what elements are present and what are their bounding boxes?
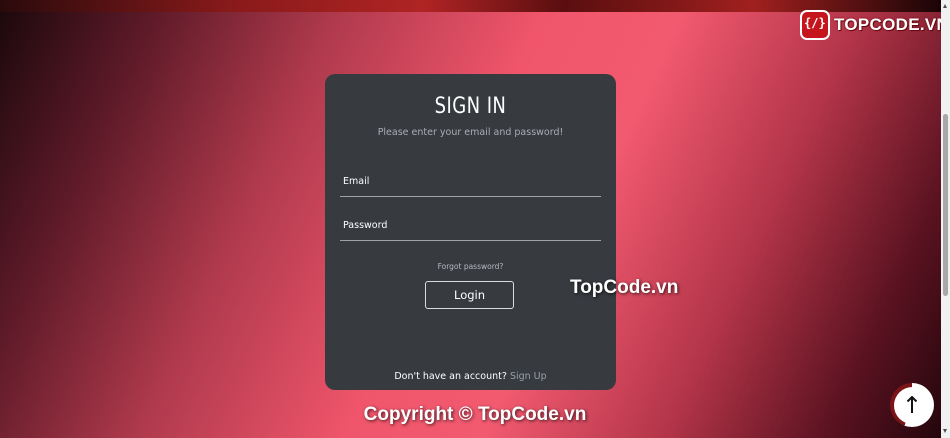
logo-text: TOPCODE.VN [834,15,941,34]
login-button[interactable]: Login [425,281,514,309]
scroll-to-top-button[interactable] [890,383,934,427]
topcode-logo[interactable]: TOPCODE.VN [802,11,941,39]
password-label: Password [343,220,388,231]
scrollbar-thumb[interactable] [943,114,948,296]
copyright-text: Copyright © TopCode.vn [363,404,587,425]
scroll-up-arrow-icon[interactable] [943,4,947,8]
forgot-password-link[interactable]: Forgot password? [325,262,616,271]
page-scrollbar[interactable] [941,0,950,438]
signin-card: SIGN IN Please enter your email and pass… [325,74,616,390]
signin-title: SIGN IN [434,94,507,119]
code-brackets-icon [802,12,828,38]
topcode-watermark: TopCode.vn [570,277,679,298]
email-field[interactable]: Email [340,174,601,197]
password-field[interactable]: Password [340,218,601,241]
header-image-strip [0,0,941,12]
scroll-to-top-inner [893,386,931,424]
arrow-up-icon [906,396,918,413]
signup-link[interactable]: Sign Up [510,371,547,382]
signin-subtitle: Please enter your email and password! [377,127,564,138]
scroll-down-arrow-icon[interactable] [943,429,947,433]
signup-prompt: Don't have an account? Sign Up [325,371,616,382]
signup-prompt-text: Don't have an account? [394,371,507,382]
page-background: TOPCODE.VN SIGN IN Please enter your ema… [0,0,941,438]
email-label: Email [343,176,370,187]
